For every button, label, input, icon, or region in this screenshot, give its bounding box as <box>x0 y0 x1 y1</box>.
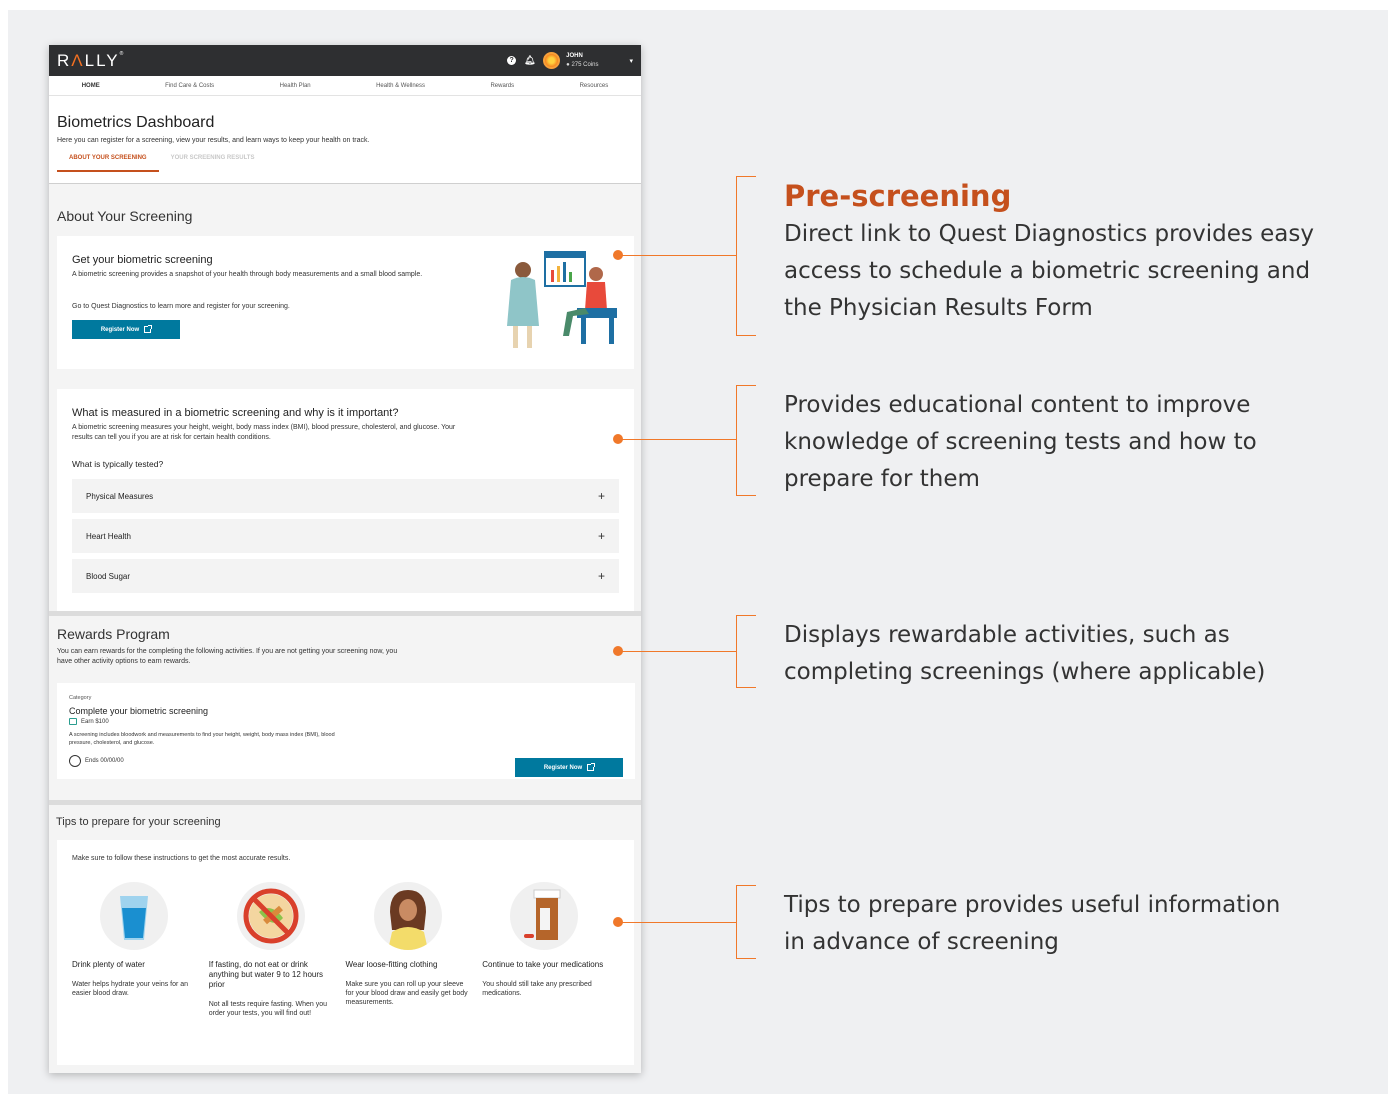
bell-icon[interactable]: 🔔︎ <box>524 55 535 65</box>
nav-resources[interactable]: Resources <box>580 83 609 89</box>
section-divider <box>49 800 641 805</box>
accordion-blood-sugar[interactable]: Blood Sugar + <box>72 559 619 593</box>
rally-logo[interactable]: RΛLLY® <box>57 51 125 71</box>
leader-line-1 <box>618 255 736 256</box>
section-title: About Your Screening <box>57 208 193 224</box>
gift-icon <box>69 718 77 725</box>
annotation-prescreening: Pre-screening Direct link to Quest Diagn… <box>784 178 1324 327</box>
tips-card: Make sure to follow these instructions t… <box>57 840 634 1065</box>
nav-rewards[interactable]: Rewards <box>490 83 514 89</box>
nav-health-wellness[interactable]: Health & Wellness <box>376 83 425 89</box>
external-link-icon <box>587 763 596 771</box>
page-title: Biometrics Dashboard <box>57 114 215 131</box>
card-body: A biometric screening provides a snapsho… <box>72 271 423 278</box>
tip-water: Drink plenty of water Water helps hydrat… <box>72 882 209 1028</box>
tips-section: Tips to prepare for your screening Make … <box>49 806 641 1073</box>
water-glass-icon <box>100 882 168 950</box>
tab-about[interactable]: ABOUT YOUR SCREENING <box>57 155 159 172</box>
annotation-tips: Tips to prepare provides useful informat… <box>784 892 1281 955</box>
card-title: What is measured in a biometric screenin… <box>72 407 399 419</box>
tips-intro: Make sure to follow these instructions t… <box>72 855 291 862</box>
main-nav: HOME Find Care & Costs Health Plan Healt… <box>49 76 641 96</box>
nav-health-plan[interactable]: Health Plan <box>280 83 311 89</box>
plus-icon: + <box>597 529 605 543</box>
register-now-button[interactable]: Register Now <box>72 320 180 339</box>
education-card: What is measured in a biometric screenin… <box>57 389 634 615</box>
page-header: Biometrics Dashboard Here you can regist… <box>49 96 641 184</box>
leader-line-3 <box>618 651 736 652</box>
page-subtitle: Here you can register for a screening, v… <box>57 137 370 144</box>
bracket-4 <box>736 885 756 959</box>
rewards-title: Rewards Program <box>57 626 170 642</box>
external-link-icon <box>144 325 153 333</box>
chevron-down-icon[interactable]: ▾ <box>629 57 633 65</box>
annotation-title: Pre-screening <box>784 179 1012 213</box>
rewards-section: Rewards Program You can earn rewards for… <box>49 618 641 802</box>
register-now-button[interactable]: Register Now <box>515 758 623 777</box>
annotation-education: Provides educational content to improve … <box>784 392 1257 492</box>
nav-home[interactable]: HOME <box>82 83 100 89</box>
tip-fasting: If fasting, do not eat or drink anything… <box>209 882 346 1028</box>
avatar[interactable] <box>543 52 561 69</box>
bracket-1 <box>736 176 756 336</box>
doctor-patient-illustration <box>507 251 617 348</box>
card-body: A biometric screening measures your heig… <box>72 424 456 441</box>
top-bar: RΛLLY® ? 🔔︎ JOHN ● 275 Coins ▾ <box>49 45 641 76</box>
nav-find-care[interactable]: Find Care & Costs <box>165 83 214 89</box>
reward-activity-card: Category Complete your biometric screeni… <box>57 683 635 779</box>
leader-line-2 <box>618 439 736 440</box>
reward-activity: Complete your biometric screening <box>69 706 209 716</box>
reward-earn: Earn $100 <box>69 718 623 725</box>
user-name: JOHN <box>566 52 583 59</box>
user-menu[interactable]: JOHN ● 275 Coins <box>566 52 598 70</box>
register-card: Get your biometric screening A biometric… <box>57 236 634 369</box>
bracket-2 <box>736 385 756 496</box>
plus-icon: + <box>597 489 605 503</box>
accordion-physical-measures[interactable]: Physical Measures + <box>72 479 619 513</box>
section-divider <box>49 611 641 616</box>
user-coins: ● 275 Coins <box>566 61 599 68</box>
tab-results[interactable]: YOUR SCREENING RESULTS <box>159 155 267 172</box>
tip-medications: Continue to take your medications You sh… <box>482 882 619 1028</box>
app-screenshot: RΛLLY® ? 🔔︎ JOHN ● 275 Coins ▾ HOME Find… <box>49 45 641 1073</box>
annotation-rewards: Displays rewardable activities, such as … <box>784 622 1266 685</box>
card-question: What is typically tested? <box>72 459 164 469</box>
reward-desc: A screening includes bloodwork and measu… <box>69 732 335 746</box>
bracket-3 <box>736 615 756 688</box>
reward-category: Category <box>69 695 92 701</box>
rewards-subtitle: You can earn rewards for the completing … <box>57 648 398 665</box>
clock-icon <box>69 755 81 767</box>
no-food-icon <box>236 882 305 950</box>
plus-icon: + <box>597 569 605 583</box>
tip-clothing: Wear loose-fitting clothing Make sure yo… <box>346 882 483 1028</box>
annotation-text: Direct link to Quest Diagnostics provide… <box>784 221 1314 321</box>
accordion-heart-health[interactable]: Heart Health + <box>72 519 619 553</box>
person-clothing-icon <box>373 882 442 950</box>
help-icon[interactable]: ? <box>507 56 517 65</box>
tips-title: Tips to prepare for your screening <box>56 816 221 828</box>
medication-bottle-icon <box>510 882 579 950</box>
leader-line-4 <box>618 922 736 923</box>
